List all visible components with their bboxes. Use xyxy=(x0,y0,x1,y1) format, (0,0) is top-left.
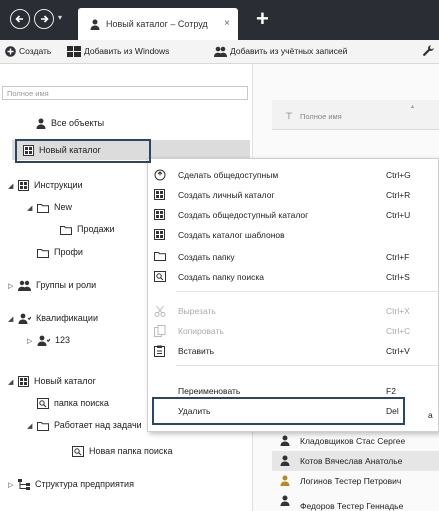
tree-item-qualifications[interactable]: ◢ Квалификации xyxy=(8,313,98,325)
grid-partial-text: а xyxy=(428,410,433,420)
forward-button[interactable] xyxy=(34,9,54,29)
add-from-accounts-label: Добавить из учётных записей xyxy=(230,46,348,56)
tree-item-instructions[interactable]: ◢ Инструкции xyxy=(8,180,83,192)
menu-item-create-personal-catalog[interactable]: Создать личный каталог Ctrl+R xyxy=(148,185,439,205)
add-from-accounts-button[interactable]: Добавить из учётных записей xyxy=(214,46,348,58)
menu-item-make-public[interactable]: Сделать общедоступным Ctrl+G xyxy=(148,165,439,185)
tree-item-search-folder[interactable]: папка поиска xyxy=(37,398,109,410)
tree-item-profi[interactable]: Профи xyxy=(37,247,83,258)
menu-item-copy[interactable]: Копировать Ctrl+C xyxy=(148,321,439,341)
folder-icon xyxy=(37,203,49,213)
row-full-name: Федоров Тестер Геннадье xyxy=(300,501,404,511)
org-structure-icon xyxy=(18,479,30,491)
catalog-icon xyxy=(154,229,165,240)
folder-icon xyxy=(154,252,166,261)
expander-icon[interactable]: ◢ xyxy=(8,182,18,190)
copy-icon xyxy=(154,325,166,337)
person-icon xyxy=(36,118,46,130)
search-input[interactable] xyxy=(2,86,248,100)
folder-icon xyxy=(60,225,72,235)
share-icon xyxy=(154,169,166,181)
row-full-name: Котов Вячеслав Анатолье xyxy=(300,456,403,466)
group-icon xyxy=(18,280,31,292)
menu-item-create-public-catalog[interactable]: Создать общедоступный каталог Ctrl+U xyxy=(148,205,439,225)
settings-button[interactable] xyxy=(422,44,435,59)
wrench-icon xyxy=(423,45,434,56)
search-folder-icon xyxy=(72,446,84,458)
tree-item-org-structure[interactable]: ▷ Структура предприятия xyxy=(8,479,134,491)
title-bar: ▾ Новый каталог – Сотруд × + xyxy=(0,0,439,40)
back-button[interactable] xyxy=(10,9,30,29)
folder-icon xyxy=(37,248,49,258)
users-icon xyxy=(214,46,227,58)
add-circle-icon xyxy=(5,46,16,58)
tree-item-all-objects[interactable]: Все объекты xyxy=(36,118,104,130)
catalog-icon xyxy=(154,189,165,200)
person-icon xyxy=(90,19,100,32)
sort-icon: ▴ xyxy=(411,104,415,110)
menu-item-create-template-catalog[interactable]: Создать каталог шаблонов xyxy=(148,225,439,245)
person-icon xyxy=(280,475,290,486)
tree-item-working-on-tasks[interactable]: ◢ Работает над задачи xyxy=(27,420,142,431)
menu-separator xyxy=(176,365,438,366)
history-dropdown[interactable]: ▾ xyxy=(58,13,62,22)
cut-icon xyxy=(154,305,166,317)
expander-icon[interactable]: ◢ xyxy=(27,422,37,430)
highlight-box-tree-item xyxy=(15,139,151,163)
expander-icon[interactable]: ◢ xyxy=(8,315,18,323)
arrow-left-icon xyxy=(15,15,23,23)
menu-item-cut[interactable]: Вырезать Ctrl+X xyxy=(148,301,439,321)
row-full-name: Кладовщиков Стас Сергее xyxy=(300,436,406,446)
table-row[interactable]: Федоров Тестер Геннадье xyxy=(272,491,439,511)
context-menu: Сделать общедоступным Ctrl+G Создать лич… xyxy=(147,158,439,432)
create-button[interactable]: Создать xyxy=(5,46,52,58)
tree-item-new[interactable]: ◢ New xyxy=(27,202,72,213)
menu-item-paste[interactable]: Вставить Ctrl+V xyxy=(148,341,439,361)
expander-icon[interactable]: ▷ xyxy=(8,282,18,290)
qualification-icon xyxy=(18,313,31,325)
person-icon xyxy=(280,495,290,506)
column-title: Полное имя xyxy=(300,112,342,121)
highlight-box-delete-item xyxy=(152,397,405,425)
catalog-icon xyxy=(18,376,29,388)
menu-separator xyxy=(176,291,438,292)
expander-icon[interactable]: ◢ xyxy=(27,204,37,212)
tree-item-groups-roles[interactable]: ▷ Группы и роли xyxy=(8,280,96,292)
toolbar: Создать Добавить из Windows Добавить из … xyxy=(0,40,439,64)
expander-icon[interactable]: ▷ xyxy=(27,337,37,345)
add-from-windows-label: Добавить из Windows xyxy=(84,46,170,56)
menu-item-create-search-folder[interactable]: Создать папку поиска Ctrl+S xyxy=(148,267,439,287)
paste-icon xyxy=(154,345,165,357)
arrow-right-icon xyxy=(41,15,49,23)
search-folder-icon xyxy=(37,398,49,410)
expander-icon[interactable]: ◢ xyxy=(8,378,18,386)
tree-item-new-catalog-2[interactable]: ◢ Новый каталог xyxy=(8,376,96,388)
tab-title: Новый каталог – Сотруд xyxy=(106,19,208,29)
table-row[interactable]: Кладовщиков Стас Сергее xyxy=(272,431,439,451)
search-folder-icon xyxy=(154,271,166,282)
row-full-name: Логинов Тестер Петрович xyxy=(300,476,402,486)
grid-column-header[interactable]: ⊤ Полное имя ▴ xyxy=(272,100,439,130)
create-label: Создать xyxy=(19,46,52,56)
tab-close-button[interactable]: × xyxy=(224,18,230,29)
windows-icon xyxy=(67,46,81,58)
table-row[interactable]: Логинов Тестер Петрович xyxy=(272,471,439,491)
person-icon xyxy=(280,455,290,466)
catalog-icon xyxy=(18,180,29,192)
expander-icon[interactable]: ▷ xyxy=(8,481,18,489)
table-row[interactable]: Котов Вячеслав Анатолье xyxy=(272,451,439,471)
new-tab-button[interactable]: + xyxy=(256,6,269,32)
person-icon xyxy=(280,435,290,446)
tree-item-123[interactable]: ▷ 123 xyxy=(27,335,70,347)
add-from-windows-button[interactable]: Добавить из Windows xyxy=(67,46,170,58)
tree-item-sales[interactable]: Продажи xyxy=(60,224,115,235)
qualification-icon xyxy=(37,335,50,347)
filter-icon[interactable]: ⊤ xyxy=(285,111,293,122)
menu-item-create-folder[interactable]: Создать папку Ctrl+F xyxy=(148,247,439,267)
catalog-icon xyxy=(154,209,165,220)
folder-icon xyxy=(37,421,49,431)
tab-new-catalog[interactable]: Новый каталог – Сотруд × xyxy=(78,8,238,40)
tree-item-new-search-folder[interactable]: Новая папка поиска xyxy=(72,446,173,458)
